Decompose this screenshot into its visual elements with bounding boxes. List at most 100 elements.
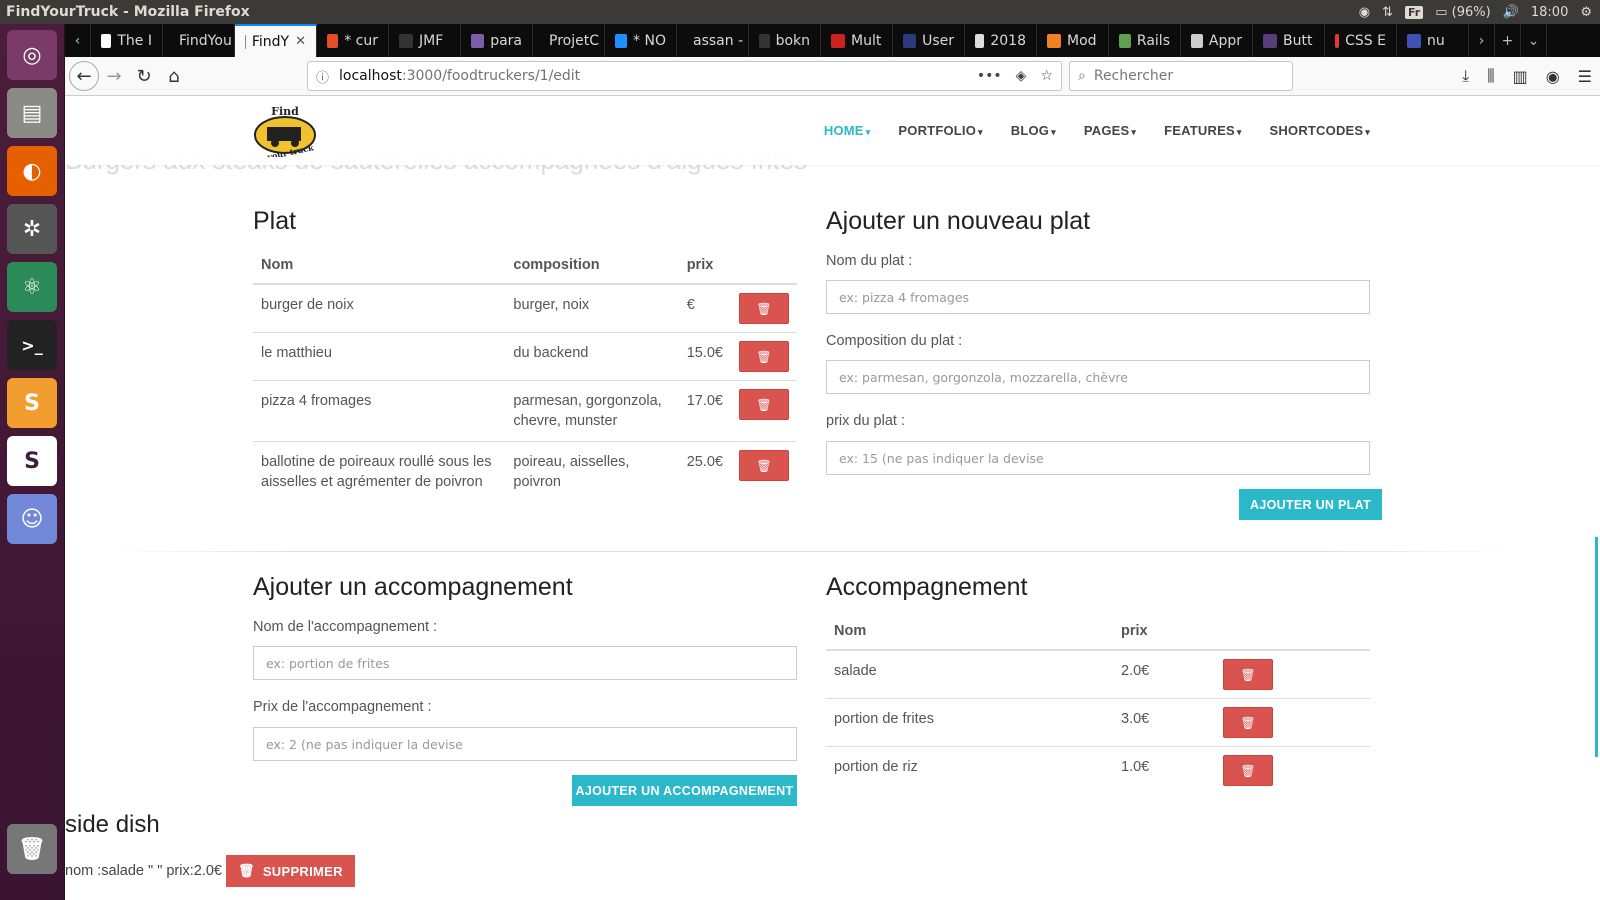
browser-tab[interactable]: FindYou bbox=[163, 24, 235, 57]
sublime-text-icon[interactable]: S bbox=[7, 378, 57, 428]
files-icon[interactable]: ▤ bbox=[7, 88, 57, 138]
browser-tab[interactable]: JMF bbox=[389, 24, 461, 57]
tab-list-icon[interactable]: ⌄ bbox=[1521, 24, 1547, 57]
browser-tab[interactable]: para bbox=[461, 24, 533, 57]
add-accomp-button[interactable]: AJOUTER UN ACCOMPAGNEMENT bbox=[572, 775, 797, 806]
browser-tab[interactable]: FindY ✕ bbox=[235, 24, 317, 57]
battery-indicator[interactable]: ▭ (96%) bbox=[1435, 5, 1490, 20]
browser-tab[interactable]: Rails bbox=[1109, 24, 1181, 57]
tab-favicon-icon bbox=[1047, 33, 1061, 48]
trash-icon[interactable]: 🗑 bbox=[7, 824, 57, 874]
browser-tab[interactable]: 2018 bbox=[965, 24, 1037, 57]
accomp-row: salade 2.0€ 🗑 bbox=[826, 649, 1370, 699]
volume-icon[interactable]: 🔊 bbox=[1503, 5, 1519, 20]
page-actions-icon[interactable]: ••• bbox=[977, 68, 1002, 84]
menu-item-shortcodes[interactable]: SHORTCODES ▾ bbox=[1270, 123, 1370, 138]
hamburger-menu-icon[interactable]: ☰ bbox=[1578, 67, 1592, 86]
sidebar-icon[interactable]: ▥ bbox=[1513, 67, 1528, 86]
network-icon[interactable]: ⇅ bbox=[1382, 5, 1393, 20]
delete-button[interactable]: 🗑 bbox=[739, 389, 789, 420]
tab-scroll-right-icon[interactable]: › bbox=[1469, 24, 1495, 57]
menu-item-blog[interactable]: BLOG ▾ bbox=[1011, 123, 1056, 138]
extension-icon[interactable]: ◉ bbox=[1546, 67, 1560, 86]
system-settings-icon[interactable]: ✲ bbox=[7, 204, 57, 254]
plat-prix: 25.0€ bbox=[678, 441, 731, 502]
accomp-table: Nom prix salade 2.0€ 🗑 portion de frites 3.0… bbox=[826, 613, 1370, 794]
settings-gear-icon[interactable]: ⚙ bbox=[1580, 5, 1592, 20]
tab-favicon-icon bbox=[245, 34, 246, 49]
forward-button[interactable]: → bbox=[99, 61, 129, 91]
delete-button[interactable]: 🗑 bbox=[1223, 707, 1273, 738]
col-composition: composition bbox=[505, 247, 679, 285]
back-button[interactable]: ← bbox=[69, 61, 99, 91]
system-tray: ◉ ⇅ Fr ▭ (96%) 🔊 18:00 ⚙ bbox=[1359, 5, 1600, 20]
firefox-icon[interactable]: ◐ bbox=[7, 146, 57, 196]
menu-item-pages[interactable]: PAGES ▾ bbox=[1084, 123, 1136, 138]
bookmark-star-icon[interactable]: ☆ bbox=[1040, 68, 1053, 84]
page-scrollbar[interactable] bbox=[1595, 537, 1598, 757]
browser-tab[interactable]: Mult bbox=[821, 24, 893, 57]
discord-tray-icon[interactable]: ◉ bbox=[1359, 5, 1370, 20]
slack-icon[interactable]: S bbox=[7, 436, 57, 486]
plat-composition-input[interactable]: ex: parmesan, gorgonzola, mozzarella, ch… bbox=[826, 360, 1370, 394]
accomp-prix: 1.0€ bbox=[1113, 746, 1215, 794]
add-plat-button[interactable]: AJOUTER UN PLAT bbox=[1239, 489, 1382, 520]
atom-editor-icon[interactable]: ⚛ bbox=[7, 262, 57, 312]
library-icon[interactable]: ⫼ bbox=[1487, 66, 1494, 86]
browser-tab[interactable]: User bbox=[893, 24, 965, 57]
delete-button[interactable]: 🗑 bbox=[739, 341, 789, 372]
tab-favicon-icon bbox=[831, 33, 845, 48]
window-title: FindYourTruck - Mozilla Firefox bbox=[6, 4, 250, 20]
home-button[interactable]: ⌂ bbox=[159, 61, 189, 91]
browser-tab[interactable]: Appr bbox=[1181, 24, 1253, 57]
browser-tab[interactable]: * NO bbox=[605, 24, 677, 57]
delete-button[interactable]: 🗑 bbox=[1223, 755, 1273, 786]
close-tab-icon[interactable]: ✕ bbox=[295, 34, 306, 49]
browser-tab[interactable]: * cur bbox=[317, 24, 389, 57]
site-info-icon[interactable]: ⓘ bbox=[316, 67, 329, 86]
plat-prix: 17.0€ bbox=[678, 380, 731, 442]
logo-text-top: Find bbox=[271, 105, 299, 118]
menu-item-label: FEATURES bbox=[1164, 123, 1235, 138]
accomp-price-input[interactable]: ex: 2 (ne pas indiquer la devise bbox=[253, 727, 797, 761]
url-bar[interactable]: ⓘ localhost:3000/foodtruckers/1/edit •••… bbox=[307, 61, 1062, 91]
browser-tab[interactable]: Mod bbox=[1037, 24, 1109, 57]
delete-button[interactable]: 🗑 bbox=[739, 450, 789, 481]
ubuntu-dash-icon[interactable]: ◎ bbox=[7, 30, 57, 80]
tab-favicon-icon bbox=[327, 33, 339, 48]
delete-button[interactable]: 🗑 bbox=[739, 293, 789, 324]
browser-tab[interactable]: nu bbox=[1397, 24, 1469, 57]
menu-item-home[interactable]: HOME ▾ bbox=[824, 123, 871, 138]
supprimer-button[interactable]: 🗑 SUPPRIMER bbox=[226, 855, 355, 887]
terminal-icon[interactable]: >_ bbox=[7, 320, 57, 370]
new-tab-icon[interactable]: + bbox=[1495, 24, 1521, 57]
clock[interactable]: 18:00 bbox=[1531, 5, 1568, 20]
battery-level: (96%) bbox=[1451, 4, 1491, 20]
browser-tab[interactable]: assan - F bbox=[677, 24, 749, 57]
tab-label: CSS E bbox=[1345, 32, 1386, 49]
browser-tab[interactable]: Butt bbox=[1253, 24, 1325, 57]
reload-button[interactable]: ↻ bbox=[129, 61, 159, 91]
browser-tab[interactable]: ProjetC bbox=[533, 24, 605, 57]
discord-icon[interactable]: ☺ bbox=[7, 494, 57, 544]
search-icon: ⌕ bbox=[1078, 68, 1086, 84]
search-bar[interactable]: ⌕ Rechercher bbox=[1069, 61, 1293, 91]
findyourtruck-logo[interactable]: Find your truck bbox=[251, 105, 323, 157]
downloads-icon[interactable]: ⤓ bbox=[1462, 66, 1469, 86]
plat-nom: burger de noix bbox=[253, 283, 506, 333]
accomp-name-input[interactable]: ex: portion de frites bbox=[253, 646, 797, 680]
browser-tab[interactable]: CSS E bbox=[1325, 24, 1397, 57]
pocket-icon[interactable]: ◈ bbox=[1016, 68, 1027, 84]
browser-tab[interactable]: bokn bbox=[749, 24, 821, 57]
menu-item-portfolio[interactable]: PORTFOLIO ▾ bbox=[898, 123, 982, 138]
keyboard-layout[interactable]: Fr bbox=[1404, 5, 1424, 19]
tab-label: User bbox=[922, 32, 954, 49]
plat-name-input[interactable]: ex: pizza 4 fromages bbox=[826, 280, 1370, 314]
menu-item-features[interactable]: FEATURES ▾ bbox=[1164, 123, 1241, 138]
tab-label: Rails bbox=[1136, 32, 1170, 49]
plat-price-input[interactable]: ex: 15 (ne pas indiquer la devise bbox=[826, 441, 1370, 475]
tab-scroll-left-icon[interactable]: ‹ bbox=[65, 24, 91, 57]
browser-tab[interactable]: The I bbox=[91, 24, 163, 57]
plat-prix: € bbox=[678, 283, 731, 333]
delete-button[interactable]: 🗑 bbox=[1223, 659, 1273, 690]
